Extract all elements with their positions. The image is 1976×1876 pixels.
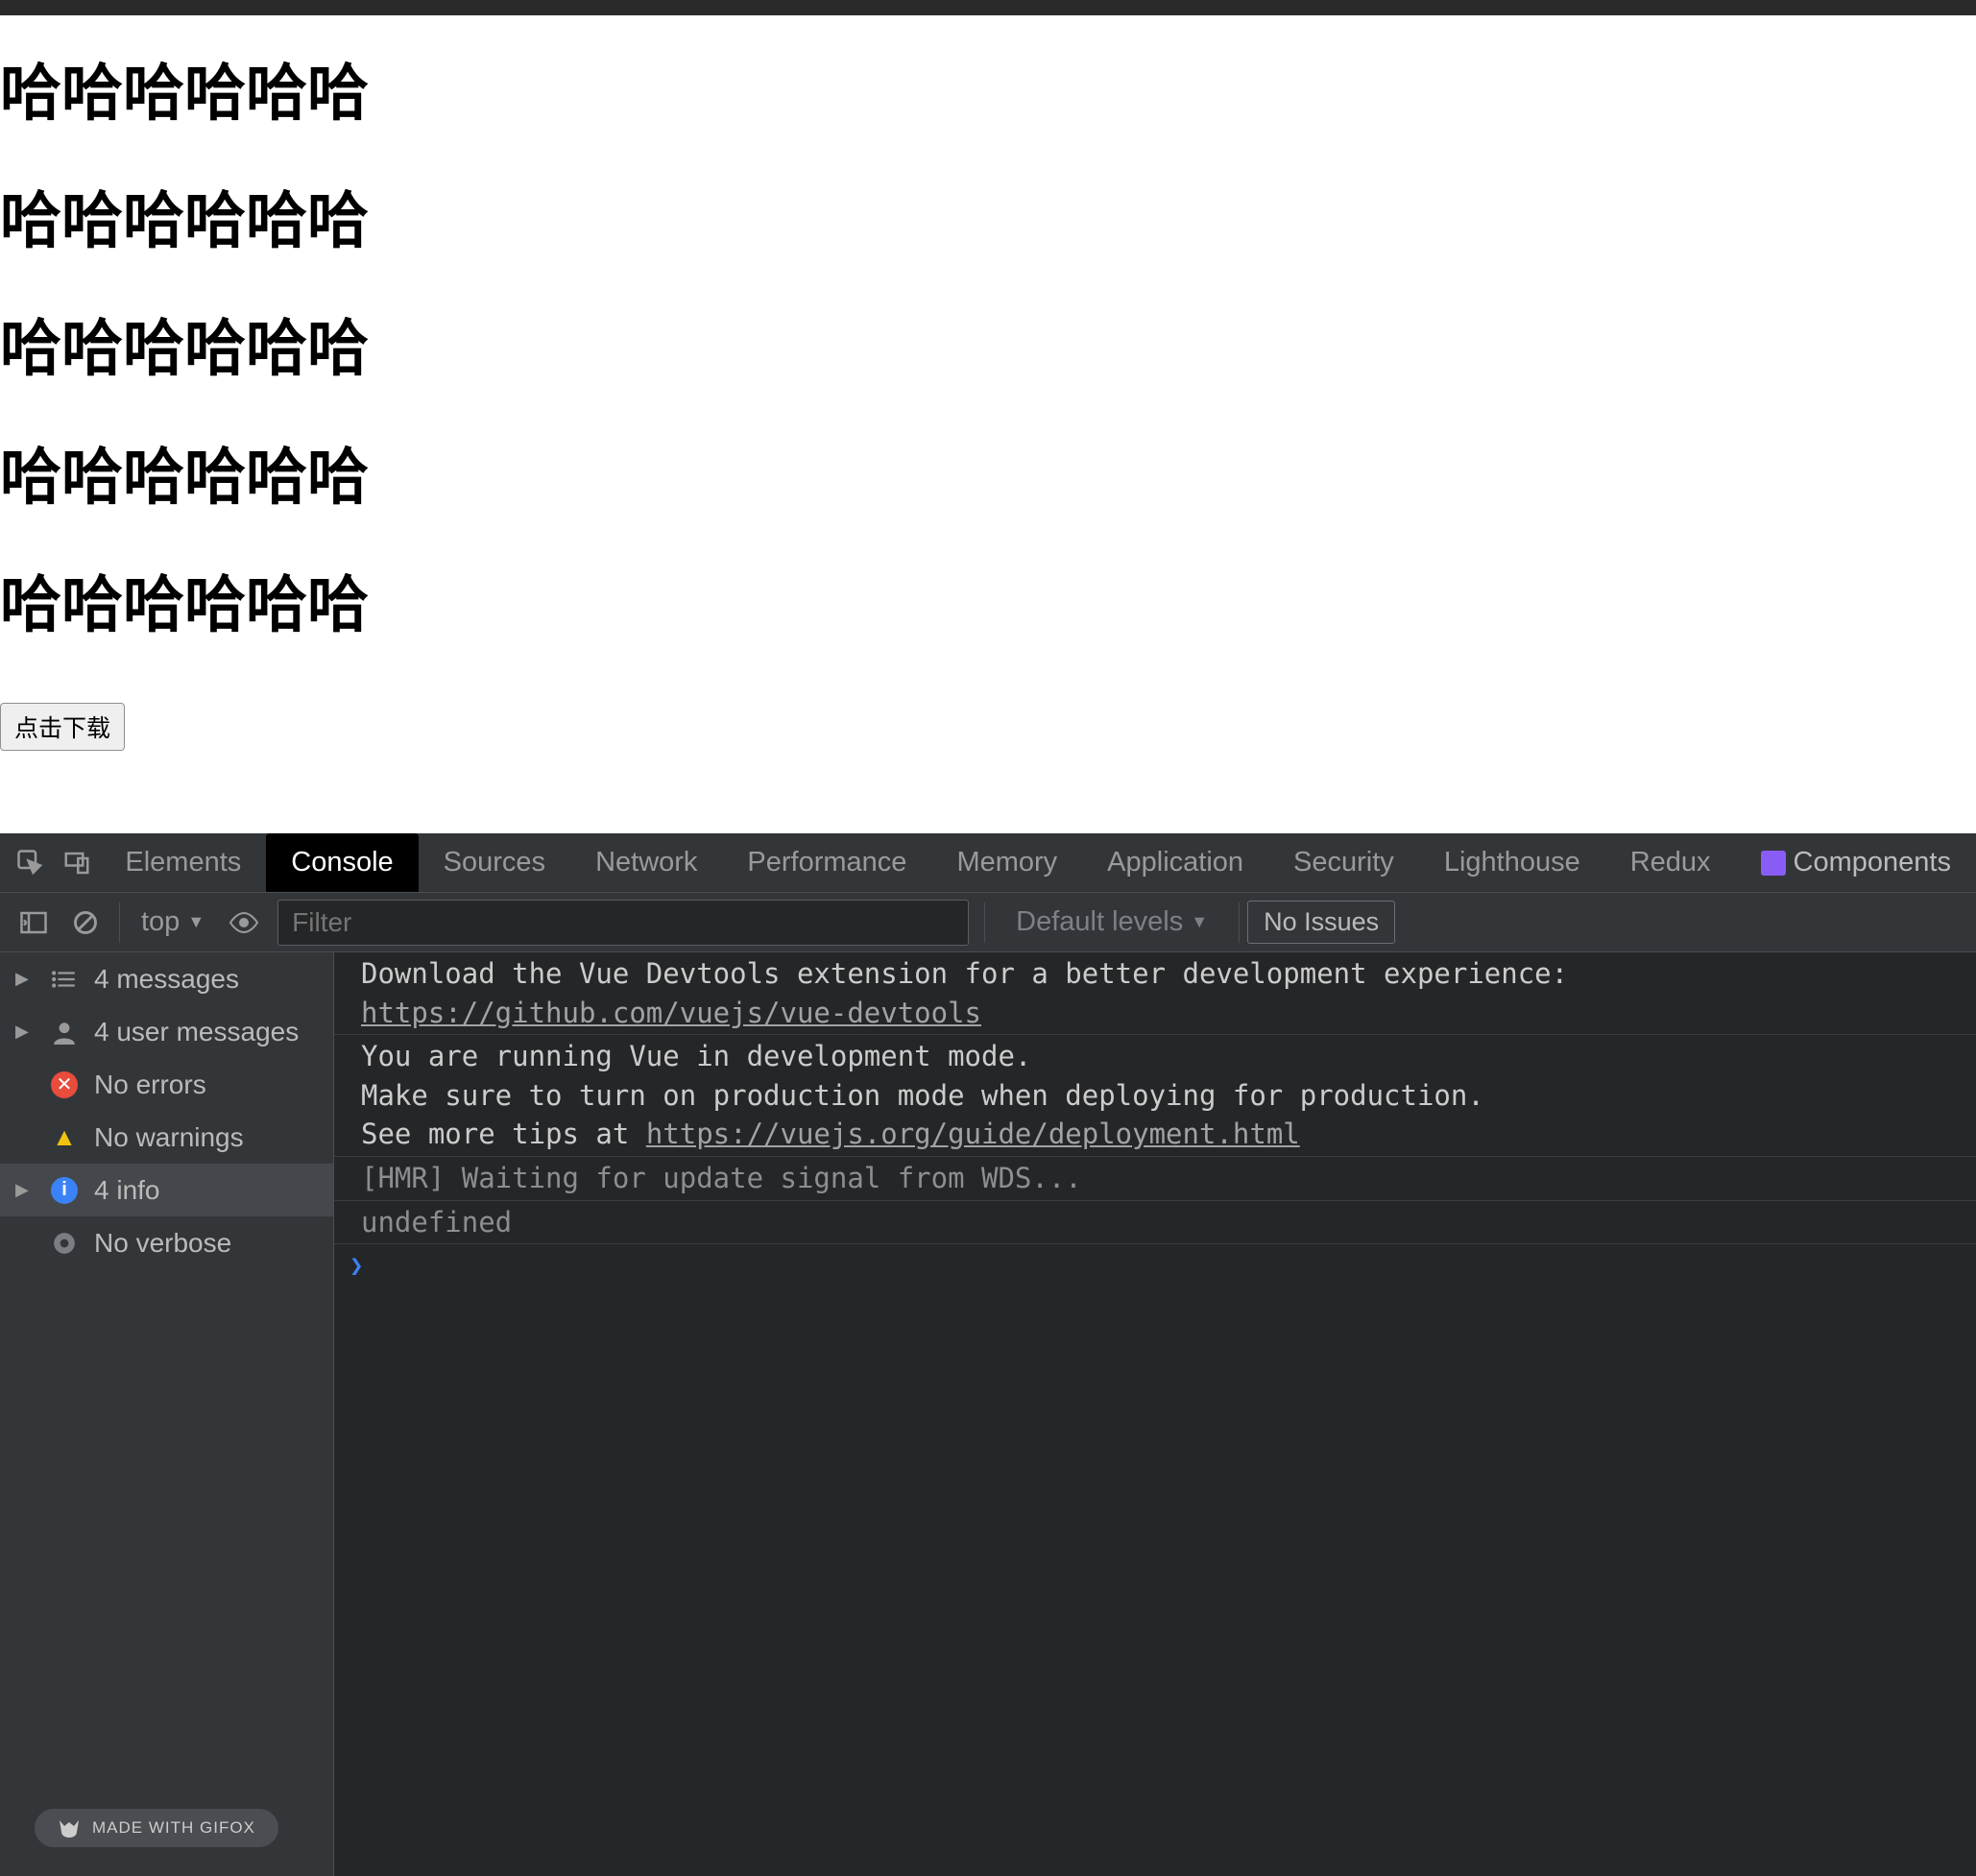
heading-1: 哈哈哈哈哈哈 xyxy=(0,61,1976,126)
gifox-icon xyxy=(58,1816,81,1840)
heading-2: 哈哈哈哈哈哈 xyxy=(0,189,1976,253)
sidebar-user-messages-label: 4 user messages xyxy=(94,1017,299,1047)
message-link[interactable]: https://github.com/vuejs/vue-devtools xyxy=(361,997,981,1029)
tab-application[interactable]: Application xyxy=(1082,833,1268,892)
page-content: 哈哈哈哈哈哈 哈哈哈哈哈哈 哈哈哈哈哈哈 哈哈哈哈哈哈 哈哈哈哈哈哈 点击下载 xyxy=(0,15,1976,833)
tab-elements[interactable]: Elements xyxy=(100,833,266,892)
console-toolbar: top ▼ Default levels ▼ No Issues xyxy=(0,893,1976,952)
message-text: [HMR] Waiting for update signal from WDS… xyxy=(361,1162,1082,1194)
message-text: undefined xyxy=(361,1206,512,1239)
tab-lighthouse[interactable]: Lighthouse xyxy=(1419,833,1605,892)
chevron-right-icon: ▶ xyxy=(15,1180,36,1200)
heading-5: 哈哈哈哈哈哈 xyxy=(0,573,1976,637)
sidebar-warnings[interactable]: ▶ ▲ No warnings xyxy=(0,1111,333,1164)
devtools-tabbar: Elements Console Sources Network Perform… xyxy=(0,833,1976,893)
tab-security[interactable]: Security xyxy=(1268,833,1419,892)
console-message: Download the Vue Devtools extension for … xyxy=(334,952,1976,1035)
message-text: Download the Vue Devtools extension for … xyxy=(361,957,1568,990)
sidebar-errors[interactable]: ▶ ✕ No errors xyxy=(0,1058,333,1111)
chevron-right-icon: ▶ xyxy=(15,1022,36,1042)
user-icon xyxy=(50,1018,79,1046)
gifox-label: MADE WITH GIFOX xyxy=(92,1818,255,1838)
sidebar-messages[interactable]: ▶ 4 messages xyxy=(0,952,333,1005)
console-message: [HMR] Waiting for update signal from WDS… xyxy=(334,1157,1976,1201)
levels-label: Default levels xyxy=(1016,906,1183,938)
sidebar-info[interactable]: ▶ i 4 info xyxy=(0,1164,333,1216)
console-message: undefined xyxy=(334,1201,1976,1245)
log-levels-selector[interactable]: Default levels ▼ xyxy=(1016,906,1208,938)
sidebar-messages-label: 4 messages xyxy=(94,964,239,995)
gifox-badge: MADE WITH GIFOX xyxy=(35,1809,278,1847)
message-text: You are running Vue in development mode. xyxy=(361,1040,1031,1072)
sidebar-user-messages[interactable]: ▶ 4 user messages xyxy=(0,1005,333,1058)
console-message: You are running Vue in development mode.… xyxy=(334,1035,1976,1157)
console-messages: Download the Vue Devtools extension for … xyxy=(334,952,1976,1876)
info-icon: i xyxy=(50,1176,79,1205)
issues-button[interactable]: No Issues xyxy=(1247,901,1395,944)
message-text: Make sure to turn on production mode whe… xyxy=(361,1079,1484,1112)
chevron-down-icon: ▼ xyxy=(1191,912,1208,932)
divider xyxy=(119,902,120,943)
live-expression-icon[interactable] xyxy=(224,902,264,943)
chevron-right-icon: ▶ xyxy=(15,969,36,989)
console-sidebar: ▶ 4 messages ▶ 4 user messages ▶ ✕ No er… xyxy=(0,952,334,1876)
message-text: See more tips at xyxy=(361,1118,646,1150)
clear-console-icon[interactable] xyxy=(65,902,106,943)
list-icon xyxy=(50,965,79,994)
chevron-down-icon: ▼ xyxy=(187,912,205,932)
tab-performance[interactable]: Performance xyxy=(722,833,931,892)
console-body: ▶ 4 messages ▶ 4 user messages ▶ ✕ No er… xyxy=(0,952,1976,1876)
sidebar-warnings-label: No warnings xyxy=(94,1122,244,1153)
sidebar-info-label: 4 info xyxy=(94,1175,160,1206)
error-icon: ✕ xyxy=(50,1070,79,1099)
browser-chrome-top xyxy=(0,0,1976,15)
heading-3: 哈哈哈哈哈哈 xyxy=(0,317,1976,381)
react-icon xyxy=(1761,851,1786,876)
tab-console[interactable]: Console xyxy=(266,833,418,892)
sidebar-errors-label: No errors xyxy=(94,1070,206,1100)
message-link[interactable]: https://vuejs.org/guide/deployment.html xyxy=(646,1118,1300,1150)
inspect-icon[interactable] xyxy=(13,842,48,884)
sidebar-verbose[interactable]: ▶ No verbose xyxy=(0,1216,333,1269)
tab-memory[interactable]: Memory xyxy=(931,833,1082,892)
heading-4: 哈哈哈哈哈哈 xyxy=(0,445,1976,510)
toggle-sidebar-icon[interactable] xyxy=(13,902,54,943)
divider xyxy=(984,902,985,943)
devtools-panel: Elements Console Sources Network Perform… xyxy=(0,833,1976,1876)
tab-components-label: Components xyxy=(1794,847,1951,878)
context-selector[interactable]: top ▼ xyxy=(141,906,205,938)
filter-input[interactable] xyxy=(277,900,969,946)
tab-components[interactable]: Components xyxy=(1736,833,1976,892)
tab-sources[interactable]: Sources xyxy=(419,833,570,892)
verbose-icon xyxy=(50,1229,79,1258)
device-toggle-icon[interactable] xyxy=(60,842,94,884)
sidebar-verbose-label: No verbose xyxy=(94,1228,231,1259)
warning-icon: ▲ xyxy=(50,1123,79,1152)
divider xyxy=(1239,902,1240,943)
tab-redux[interactable]: Redux xyxy=(1605,833,1736,892)
context-label: top xyxy=(141,906,180,938)
download-button[interactable]: 点击下载 xyxy=(0,703,125,751)
tab-network[interactable]: Network xyxy=(570,833,722,892)
console-prompt[interactable]: ❯ xyxy=(334,1244,1976,1287)
